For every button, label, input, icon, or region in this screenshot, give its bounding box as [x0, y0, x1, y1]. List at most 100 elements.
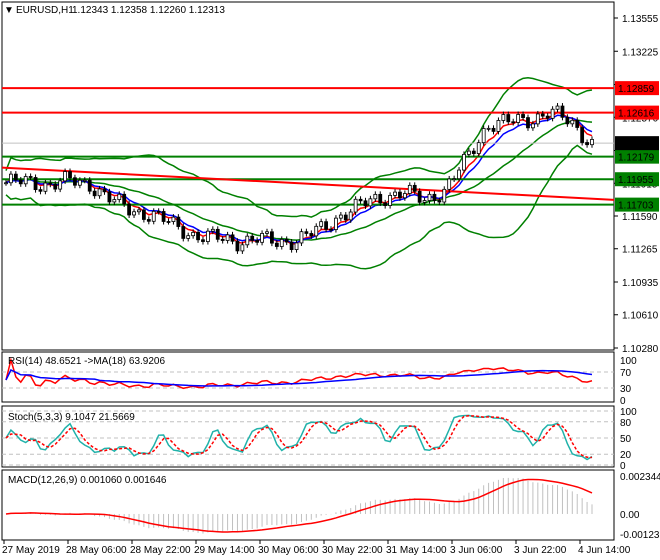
- candle-body: [324, 221, 328, 230]
- candle-body: [151, 210, 156, 222]
- candle-body: [210, 228, 215, 232]
- time-tick-label: 28 May 06:00: [66, 545, 127, 556]
- candle-body: [196, 231, 200, 241]
- candle-body: [304, 231, 309, 234]
- candle-body: [452, 178, 457, 181]
- candle-body: [560, 105, 565, 118]
- candle-body: [63, 171, 67, 182]
- candle-body: [491, 127, 496, 132]
- chart-window: 1.135551.132251.128951.125701.122401.119…: [0, 0, 660, 560]
- chart-ohlc: 1.12343 1.12358 1.12260 1.12313: [72, 5, 225, 16]
- candle-body: [540, 113, 545, 117]
- candle-body: [18, 179, 23, 185]
- candle-body: [343, 214, 348, 221]
- candle-body: [82, 179, 87, 182]
- rsi-tick-label: 0: [620, 396, 626, 407]
- candle-body: [501, 114, 506, 121]
- candle-body: [309, 233, 314, 237]
- candle-body: [516, 114, 521, 123]
- price-tick-label: 1.10935: [622, 278, 659, 289]
- candle-body: [388, 194, 393, 206]
- candle-body: [526, 117, 530, 129]
- candle-body: [496, 120, 501, 132]
- candle-body: [319, 221, 324, 227]
- time-tick-label: 27 May 2019: [2, 545, 60, 556]
- candle-body: [28, 176, 33, 178]
- candle-body: [141, 209, 146, 220]
- chart-header-arrow-icon[interactable]: ▼: [4, 5, 14, 16]
- macd-tick-label: -0.001237: [620, 530, 660, 541]
- candle-body: [353, 198, 358, 213]
- ema-fast: [5, 111, 593, 245]
- time-tick-label: 30 May 22:00: [322, 545, 383, 556]
- candle-body: [462, 153, 466, 171]
- candle-body: [363, 200, 368, 207]
- candle-body: [43, 182, 48, 192]
- candle-body: [590, 139, 594, 146]
- candle-body: [9, 173, 13, 184]
- candle-body: [77, 179, 82, 186]
- candle-body: [334, 217, 338, 230]
- candle-body: [201, 239, 205, 242]
- candle-body: [407, 184, 412, 194]
- candle-body: [471, 150, 476, 154]
- chart-canvas[interactable]: 1.135551.132251.128951.125701.122401.119…: [0, 0, 660, 560]
- candle-body: [260, 233, 264, 243]
- candle-body: [112, 199, 117, 203]
- candle-body: [58, 180, 63, 190]
- bollinger-lower: [5, 144, 593, 270]
- candle-body: [38, 189, 43, 192]
- candle-body: [531, 123, 535, 129]
- candle-body: [166, 221, 171, 223]
- candle-body: [442, 188, 447, 203]
- price-tick-label: 1.10280: [622, 344, 659, 355]
- candle-body: [412, 184, 417, 192]
- candle-body: [329, 228, 333, 231]
- candle-body: [250, 235, 255, 241]
- level-tag-label: 1.11703: [618, 201, 654, 212]
- candle-body: [373, 193, 378, 200]
- candle-body: [53, 183, 58, 190]
- candle-body: [191, 231, 196, 237]
- candle-body: [481, 128, 486, 144]
- time-tick-label: 29 May 14:00: [194, 545, 255, 556]
- time-tick-label: 30 May 06:00: [258, 545, 319, 556]
- candle-body: [398, 191, 402, 199]
- candle-body: [274, 242, 279, 247]
- candle-body: [13, 173, 18, 181]
- stoch-tick-label: 100: [620, 407, 637, 418]
- candle-body: [427, 193, 432, 201]
- rsi-tick-label: 100: [620, 356, 637, 367]
- current-price-label: 1.12313: [618, 139, 655, 150]
- level-tag-label: 1.12179: [618, 153, 655, 164]
- candle-body: [107, 191, 112, 203]
- candle-body: [486, 127, 491, 130]
- candle-body: [570, 119, 575, 125]
- price-tick-label: 1.11265: [622, 245, 658, 256]
- candle-body: [127, 203, 132, 216]
- candle-body: [230, 234, 235, 242]
- candle-body: [422, 200, 427, 203]
- level-tag-label: 1.11955: [618, 175, 654, 186]
- candle-body: [102, 188, 107, 193]
- candle-body: [417, 190, 422, 203]
- candle-body: [92, 190, 97, 197]
- price-tick-label: 1.10610: [622, 311, 659, 322]
- candle-body: [555, 105, 560, 110]
- candle-body: [245, 235, 250, 246]
- candle-body: [476, 142, 481, 154]
- stoch-tick-label: 50: [620, 434, 632, 445]
- time-tick-label: 28 May 22:00: [130, 545, 191, 556]
- candle-body: [265, 231, 269, 234]
- candle-body: [215, 228, 220, 240]
- stoch-tick-label: 0: [620, 461, 626, 472]
- candle-body: [117, 193, 122, 200]
- time-tick-label: 31 May 14:00: [386, 545, 447, 556]
- candle-body: [338, 214, 343, 219]
- candle-body: [575, 119, 580, 128]
- candle-body: [457, 169, 461, 180]
- candle-body: [220, 238, 225, 241]
- price-tick-label: 1.13555: [622, 14, 659, 25]
- candle-body: [176, 216, 181, 227]
- rsi-tick-label: 70: [620, 368, 632, 379]
